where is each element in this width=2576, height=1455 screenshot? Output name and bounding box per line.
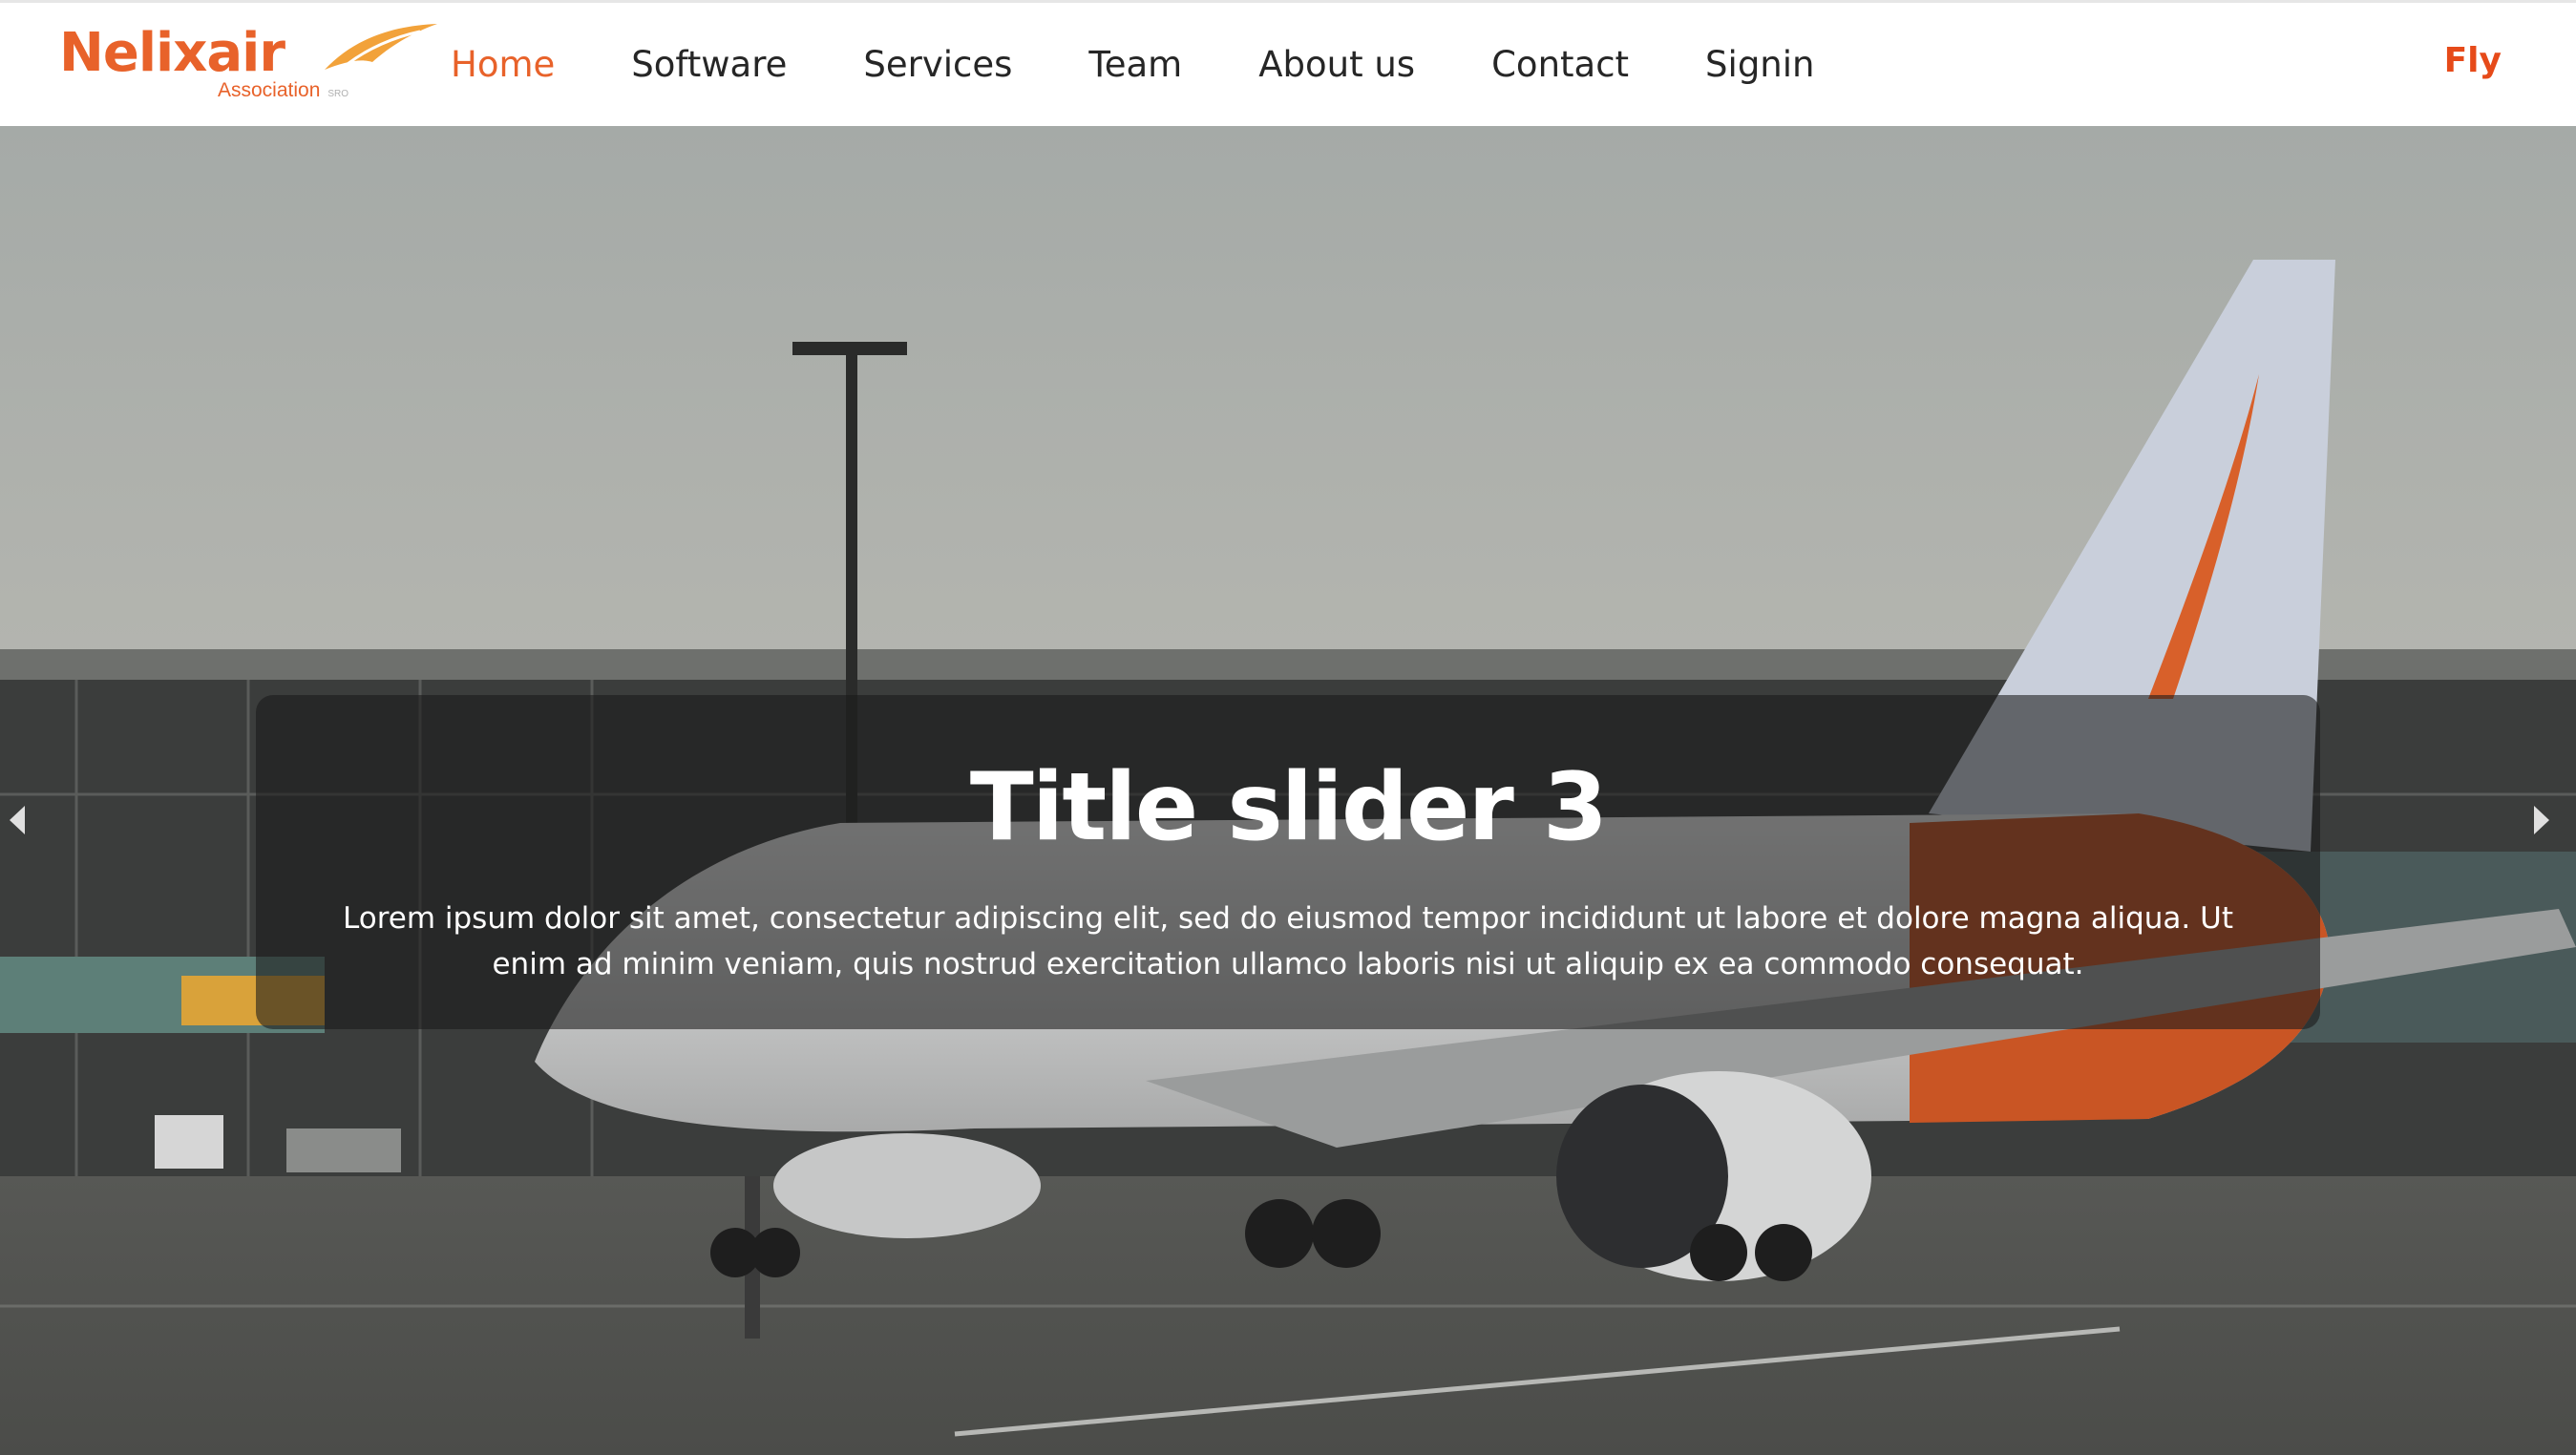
slide-description: Lorem ipsum dolor sit amet, consectetur … <box>343 901 2233 981</box>
brand-name: Nelixair <box>59 22 285 84</box>
nav-contact[interactable]: Contact <box>1491 44 1629 85</box>
nav-software[interactable]: Software <box>631 44 787 85</box>
brand-tagline: Association <box>218 79 321 101</box>
slide-title: Title slider 3 <box>969 753 1608 862</box>
brand-logo[interactable]: Nelixair Association SRO <box>59 20 437 106</box>
chevron-left-icon <box>10 806 25 834</box>
nav-home[interactable]: Home <box>451 44 555 85</box>
slide-caption: Title slider 3 Lorem ipsum dolor sit ame… <box>256 695 2320 1029</box>
nav-services[interactable]: Services <box>863 44 1012 85</box>
hero-slider: Title slider 3 Lorem ipsum dolor sit ame… <box>0 126 2576 1455</box>
chevron-right-icon <box>2534 806 2549 834</box>
nav-about-us[interactable]: About us <box>1258 44 1415 85</box>
main-nav: Home Software Services Team About us Con… <box>451 3 1890 126</box>
nav-team[interactable]: Team <box>1088 44 1182 85</box>
slider-next-button[interactable] <box>2532 804 2570 861</box>
brand-trademark: SRO <box>327 89 349 99</box>
navbar: Nelixair Association SRO Home Software Se… <box>0 0 2576 126</box>
wing-icon <box>325 24 437 70</box>
fly-button[interactable]: Fly <box>2444 41 2502 80</box>
nav-signin[interactable]: Signin <box>1705 44 1814 85</box>
slider-prev-button[interactable] <box>8 804 46 861</box>
